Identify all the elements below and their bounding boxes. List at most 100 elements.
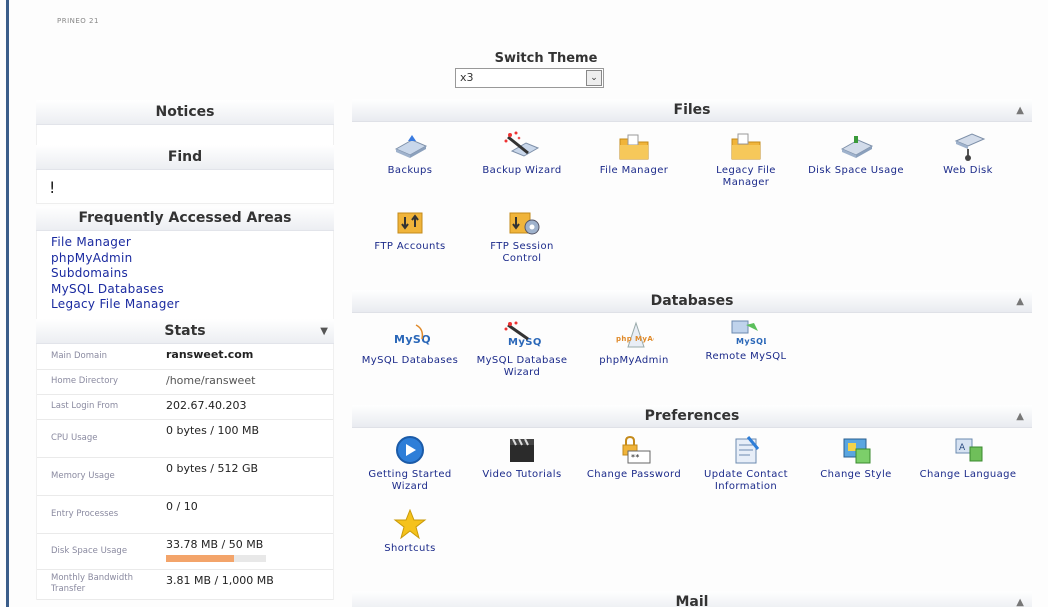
remote-mysql-item[interactable]: MySQL Remote MySQL	[696, 317, 796, 363]
web-disk-item[interactable]: Web Disk	[918, 131, 1018, 177]
faa-link-subdomains[interactable]: Subdomains	[51, 266, 319, 282]
disk-space-usage-item[interactable]: Disk Space Usage	[806, 131, 906, 177]
mysql-logo-text: MySQL	[736, 337, 766, 346]
stat-value-text: 0 bytes / 512 GB	[166, 461, 259, 475]
mail-section: Mail ▲	[352, 591, 1032, 607]
faa-link-legacy-file-manager[interactable]: Legacy File Manager	[51, 297, 319, 313]
notices-body	[36, 125, 334, 145]
collapse-arrow-icon[interactable]: ▲	[1016, 405, 1024, 428]
faa-link-file-manager[interactable]: File Manager	[51, 235, 319, 251]
ftp-session-icon	[509, 212, 540, 235]
files-header[interactable]: Files ▲	[352, 99, 1032, 122]
stat-row: Monthly Bandwidth Transfer 3.81 MB / 1,0…	[37, 570, 333, 600]
getting-started-wizard-label: Getting Started Wizard	[368, 469, 452, 492]
chevron-down-icon[interactable]: ⌄	[586, 70, 602, 86]
stat-value-cpu: 0 bytes / 100 MB	[160, 420, 333, 457]
web-disk-icon	[954, 133, 986, 161]
star-icon	[393, 509, 427, 539]
mail-header[interactable]: Mail ▲	[352, 591, 1032, 607]
backups-icon	[394, 135, 428, 158]
disk-usage-bar	[166, 554, 266, 562]
change-style-label: Change Style	[820, 469, 892, 480]
window-left-border	[6, 0, 9, 607]
getting-started-wizard-item[interactable]: Getting Started Wizard	[360, 435, 460, 493]
disk-space-usage-label: Disk Space Usage	[808, 165, 904, 176]
phpmyadmin-item[interactable]: php MyAdmin phpMyAdmin	[584, 321, 684, 367]
mail-title: Mail	[675, 594, 709, 607]
ftp-accounts-label: FTP Accounts	[374, 241, 446, 252]
update-contact-info-label: Update Contact Information	[704, 469, 788, 492]
stats-header[interactable]: Stats ▼	[36, 318, 334, 344]
stat-label: Last Login From	[51, 401, 119, 411]
collapse-arrow-icon[interactable]: ▲	[1016, 99, 1024, 122]
find-header[interactable]: Find	[36, 145, 334, 170]
mysql-wizard-icon: MySQL	[504, 321, 542, 348]
files-title: Files	[673, 102, 711, 118]
ftp-session-control-item[interactable]: FTP Session Control	[472, 207, 572, 265]
stat-value-disk-space: 33.78 MB / 50 MB	[160, 534, 333, 569]
databases-title: Databases	[650, 293, 734, 309]
stats-title: Stats	[164, 322, 206, 339]
stat-value-home-directory: /home/ransweet	[166, 373, 256, 387]
stat-label: Memory Usage	[51, 470, 115, 481]
remote-mysql-icon: MySQL	[731, 320, 766, 346]
stat-row: Disk Space Usage 33.78 MB / 50 MB	[37, 534, 333, 570]
stat-row: Home Directory /home/ransweet	[37, 370, 333, 395]
find-input[interactable]: !	[36, 170, 334, 204]
mysql-logo-text: MySQL	[394, 333, 430, 346]
video-tutorials-label: Video Tutorials	[482, 469, 562, 480]
preferences-header[interactable]: Preferences ▲	[352, 405, 1032, 428]
faa-header: Frequently Accessed Areas	[36, 206, 334, 231]
backup-wizard-item[interactable]: Backup Wizard	[472, 131, 572, 177]
stat-value-last-login: 202.67.40.203	[166, 398, 247, 412]
switch-theme: Switch Theme x3 ⌄	[446, 51, 646, 88]
shortcuts-item[interactable]: Shortcuts	[360, 509, 460, 555]
video-tutorials-item[interactable]: Video Tutorials	[472, 435, 572, 481]
stat-label: Home Directory	[51, 376, 118, 386]
stat-value-text: 0 bytes / 100 MB	[166, 423, 260, 437]
notices-header[interactable]: Notices	[36, 100, 334, 125]
databases-header[interactable]: Databases ▲	[352, 290, 1032, 313]
stat-label: Monthly Bandwidth Transfer	[51, 573, 133, 594]
collapse-arrow-icon[interactable]: ▼	[320, 319, 328, 344]
clapperboard-icon	[510, 438, 534, 462]
change-password-label: Change Password	[586, 469, 682, 480]
mysql-databases-label: MySQL Databases	[361, 355, 459, 366]
legacy-file-manager-item[interactable]: Legacy File Manager	[696, 131, 796, 189]
collapse-arrow-icon[interactable]: ▲	[1016, 290, 1024, 313]
stats-table: Main Domain ransweet.com Home Directory …	[36, 343, 334, 600]
ftp-accounts-item[interactable]: FTP Accounts	[360, 207, 460, 253]
change-password-item[interactable]: ** Change Password	[584, 435, 684, 481]
stat-value-text: 33.78 MB / 50 MB	[166, 537, 264, 551]
shortcuts-label: Shortcuts	[384, 543, 436, 554]
stat-value-main-domain: ransweet.com	[166, 347, 254, 361]
theme-select[interactable]: x3 ⌄	[455, 68, 604, 88]
switch-theme-title: Switch Theme	[494, 51, 598, 66]
stat-value-bandwidth: 3.81 MB / 1,000 MB	[166, 573, 274, 587]
change-style-item[interactable]: Change Style	[806, 435, 906, 481]
collapse-arrow-icon[interactable]: ▲	[1016, 591, 1024, 607]
file-manager-label: File Manager	[599, 165, 669, 176]
stat-row: Last Login From 202.67.40.203	[37, 395, 333, 420]
files-section: Files ▲ Backups Backup Wizard File Manag…	[352, 99, 1032, 295]
faa-list: File Manager phpMyAdmin Subdomains MySQL…	[36, 231, 334, 319]
faa-link-phpmyadmin[interactable]: phpMyAdmin	[51, 251, 319, 267]
lock-password-icon: **	[622, 435, 651, 464]
backups-item[interactable]: Backups	[360, 131, 460, 177]
file-manager-item[interactable]: File Manager	[584, 131, 684, 177]
contact-form-icon	[735, 436, 760, 464]
svg-text:**: **	[631, 453, 640, 462]
disk-usage-bar-fill	[166, 554, 234, 562]
update-contact-info-item[interactable]: Update Contact Information	[696, 435, 796, 493]
style-palette-icon	[843, 438, 871, 464]
mysql-database-wizard-label: MySQL Database Wizard	[476, 355, 568, 378]
mysql-databases-item[interactable]: MySQL MySQL Databases	[360, 321, 460, 367]
find-input-value: !	[49, 178, 56, 197]
language-icon: A	[955, 438, 983, 462]
svg-text:A: A	[959, 443, 966, 453]
remote-mysql-label: Remote MySQL	[705, 351, 787, 362]
mysql-database-wizard-item[interactable]: MySQL MySQL Database Wizard	[472, 321, 572, 379]
preferences-section: Preferences ▲ Getting Started Wizard Vid…	[352, 405, 1032, 595]
faa-link-mysql-databases[interactable]: MySQL Databases	[51, 282, 319, 298]
change-language-item[interactable]: A Change Language	[918, 435, 1018, 481]
